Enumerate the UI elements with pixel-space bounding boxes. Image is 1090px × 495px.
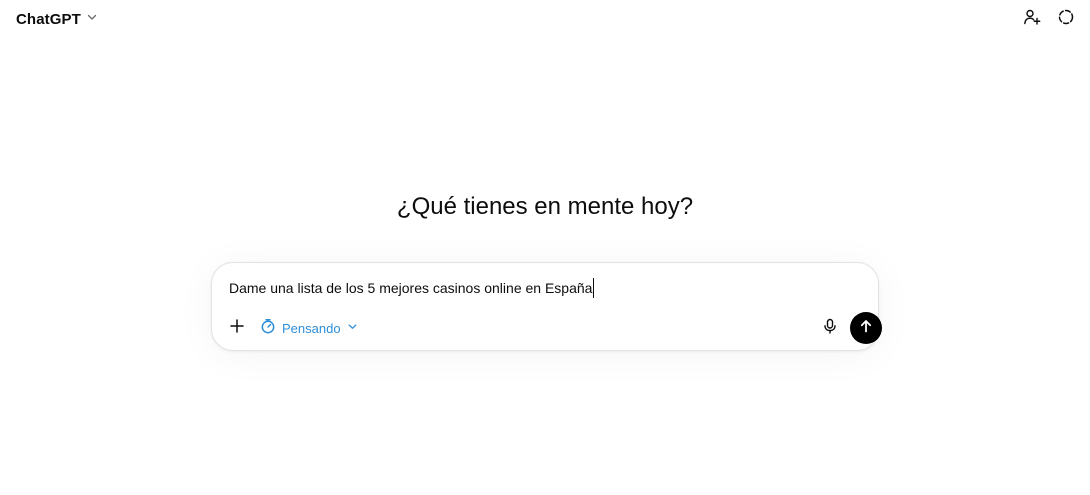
microphone-icon xyxy=(822,318,838,339)
page-title: ¿Qué tienes en mente hoy? xyxy=(396,193,694,220)
stopwatch-icon xyxy=(260,318,276,339)
composer-toolbar: Pensando xyxy=(224,312,882,344)
thinking-mode-label: Pensando xyxy=(282,320,341,336)
chatgpt-page: ChatGPT ¿Qué tienes en mente hoy? Dame u… xyxy=(0,0,1090,495)
send-button[interactable] xyxy=(850,312,882,344)
arrow-up-icon xyxy=(858,318,874,339)
composer: Dame una lista de los 5 mejores casinos … xyxy=(211,262,882,351)
top-bar: ChatGPT xyxy=(0,0,1090,38)
thinking-mode-button[interactable]: Pensando xyxy=(258,314,360,342)
model-selector-button[interactable]: ChatGPT xyxy=(10,6,104,32)
plus-icon xyxy=(229,318,245,339)
temporary-chat-button[interactable] xyxy=(1053,6,1079,32)
prompt-input[interactable]: Dame una lista de los 5 mejores casinos … xyxy=(229,278,595,298)
share-add-person-button[interactable] xyxy=(1019,6,1045,32)
voice-input-button[interactable] xyxy=(817,314,843,342)
chevron-down-icon xyxy=(347,319,358,337)
add-person-icon xyxy=(1023,8,1041,31)
add-attachment-button[interactable] xyxy=(224,314,250,342)
model-name: ChatGPT xyxy=(16,10,81,28)
temporary-chat-icon xyxy=(1057,8,1075,31)
chevron-down-icon xyxy=(86,10,98,28)
